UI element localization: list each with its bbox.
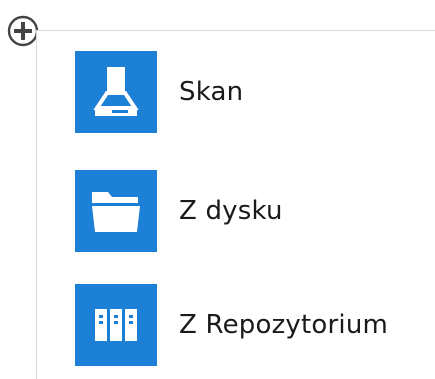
add-source-menu: Skan Z dysku Z Repozytorium — [36, 30, 435, 379]
menu-item-label: Z Repozytorium — [179, 310, 389, 340]
menu-item-from-disk[interactable]: Z dysku — [75, 170, 415, 252]
menu-item-from-repository[interactable]: Z Repozytorium — [75, 284, 415, 366]
menu-item-label: Z dysku — [179, 196, 283, 226]
menu-item-label: Skan — [179, 77, 244, 107]
scan-tile — [75, 51, 157, 133]
scanner-icon — [93, 67, 139, 116]
menu-item-scan[interactable]: Skan — [75, 51, 415, 133]
add-button[interactable] — [6, 14, 40, 48]
folder-icon — [92, 192, 140, 232]
repository-tile — [75, 284, 157, 366]
binders-icon — [95, 309, 137, 341]
disk-tile — [75, 170, 157, 252]
plus-circle-icon — [7, 15, 39, 47]
